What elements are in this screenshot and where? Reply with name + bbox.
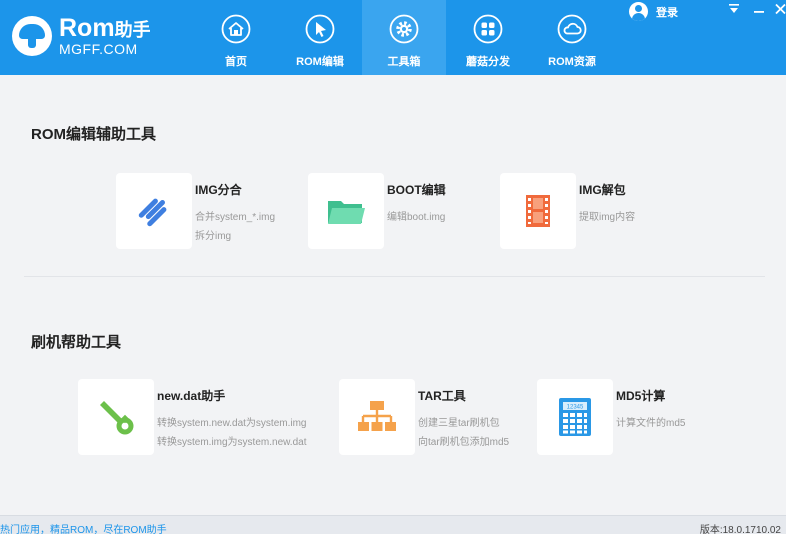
tab-distribution-label: 蘑菇分发 [466,56,510,68]
tool-title: new.dat助手 [157,389,226,403]
calculator-display-text: 12345 [567,405,584,411]
footer-promo-link[interactable]: 热门应用，精品ROM，尽在ROM助手 [0,521,167,534]
tab-toolbox-label: 工具箱 [387,56,421,68]
tool-desc: 拆分img [195,231,232,242]
tool-desc: 向tar刷机包添加md5 [418,437,510,448]
gear-icon [389,14,419,44]
tab-home-label: 首页 [225,56,247,68]
top-bar: Rom助手 MGFF.COM 首页 ROM编辑 工具箱 蘑菇分发 ROM资源 登… [0,0,786,75]
menu-dropdown-button[interactable] [728,2,740,18]
tab-rom-edit-label: ROM编辑 [296,56,344,68]
close-button[interactable] [775,2,786,18]
tool-md5-calc[interactable]: 12345 MD5计算 计算文件的md5 [537,379,685,455]
version-label: 版本:18.0.1710.02 [699,525,781,534]
tab-home[interactable]: 首页 [194,0,278,75]
tool-boot-edit[interactable]: BOOT编辑 编辑boot.img [308,173,446,249]
home-icon [221,14,251,44]
app-logo: Rom助手 MGFF.COM [12,16,151,56]
tool-desc: 转换system.new.dat为system.img [157,418,307,429]
tool-desc: 转换system.img为system.new.dat [157,437,307,448]
minimize-icon [754,11,764,13]
tool-title: TAR工具 [418,389,466,403]
app-domain: MGFF.COM [59,41,138,57]
tool-title: MD5计算 [616,389,666,403]
tool-title: BOOT编辑 [387,183,446,197]
folder-icon [328,201,365,224]
tab-rom-resources[interactable]: ROM资源 [530,0,614,75]
cloud-icon [557,14,587,44]
tool-title: IMG分合 [195,183,242,197]
section-title-rom-edit-tools: ROM编辑辅助工具 [31,126,156,143]
tool-tar[interactable]: TAR工具 创建三星tar刷机包 向tar刷机包添加md5 [339,379,509,455]
login-label: 登录 [656,6,678,19]
app-name: Rom助手 [59,14,151,42]
tool-title: IMG解包 [579,183,626,197]
tool-new-dat-helper[interactable]: new.dat助手 转换system.new.dat为system.img 转换… [78,379,306,455]
cursor-icon [305,14,335,44]
main-nav: 首页 ROM编辑 工具箱 蘑菇分发 ROM资源 [194,0,614,75]
mushroom-logo-icon [12,16,52,56]
film-icon [526,195,550,227]
tool-desc: 编辑boot.img [387,212,446,223]
tab-rom-edit[interactable]: ROM编辑 [278,0,362,75]
status-bar: 热门应用，精品ROM，尽在ROM助手 版本:18.0.1710.02 [0,515,786,534]
menu-dropdown-icon [729,4,739,13]
link-icon [138,198,167,227]
login-button[interactable]: 登录 [629,2,678,21]
calculator-icon: 12345 [559,398,591,436]
wrench-icon [100,401,134,435]
tab-toolbox[interactable]: 工具箱 [362,0,446,75]
tool-desc: 提取img内容 [579,212,636,223]
section-divider [24,276,765,277]
tool-desc: 合并system_*.img [195,212,276,223]
hierarchy-icon [358,401,396,431]
section-title-flash-tools: 刷机帮助工具 [31,334,122,351]
user-avatar-icon [629,2,648,21]
tool-img-unpack[interactable]: IMG解包 提取img内容 [500,173,635,249]
apps-grid-icon [473,14,503,44]
tool-desc: 创建三星tar刷机包 [418,418,500,429]
minimize-button[interactable] [753,2,765,18]
close-icon [775,3,786,15]
tool-img-split-merge[interactable]: IMG分合 合并system_*.img 拆分img [116,173,275,249]
tab-distribution[interactable]: 蘑菇分发 [446,0,530,75]
tool-desc: 计算文件的md5 [616,418,686,429]
tab-rom-resources-label: ROM资源 [548,56,596,68]
